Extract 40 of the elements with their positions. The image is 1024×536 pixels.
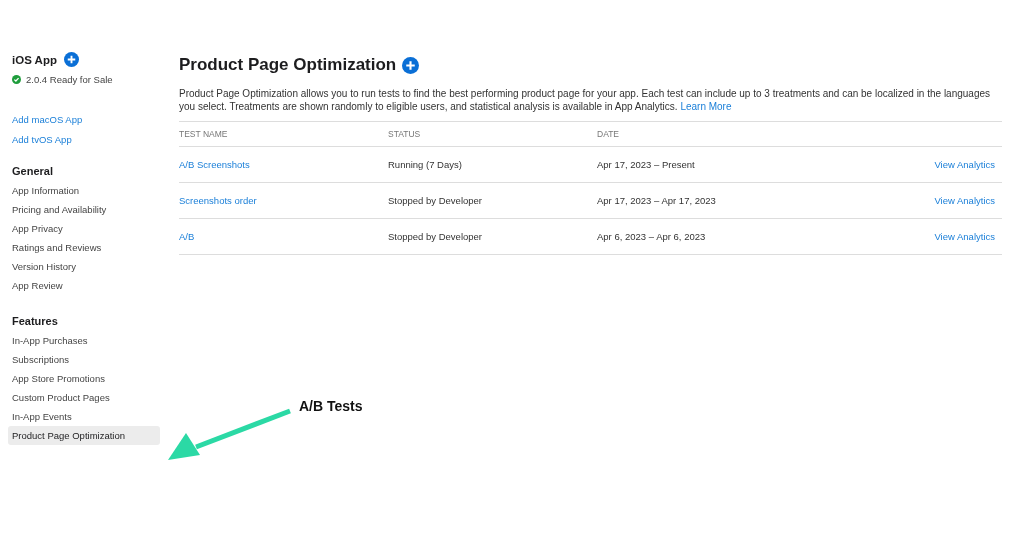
learn-more-link[interactable]: Learn More	[680, 101, 732, 112]
sidebar-item[interactable]: Version History	[8, 257, 160, 276]
status-cell: Running (7 Days)	[388, 159, 462, 170]
version-status: 2.0.4 Ready for Sale	[26, 74, 113, 85]
test-name-link[interactable]: Screenshots order	[179, 195, 257, 206]
sidebar-item[interactable]: In-App Events	[8, 407, 160, 426]
sidebar-item[interactable]: Ratings and Reviews	[8, 238, 160, 257]
add-app-link[interactable]: Add macOS App	[12, 114, 83, 125]
column-header: TEST NAME	[179, 129, 228, 139]
app-title: iOS App	[12, 53, 57, 66]
date-cell: Apr 17, 2023 – Apr 17, 2023	[597, 195, 716, 206]
sidebar-item[interactable]: Product Page Optimization	[8, 426, 160, 445]
check-icon	[12, 75, 21, 84]
add-icon[interactable]	[402, 56, 420, 74]
column-header: DATE	[597, 129, 620, 139]
add-app-link[interactable]: Add tvOS App	[12, 134, 72, 145]
sidebar-item[interactable]: App Store Promotions	[8, 369, 160, 388]
view-analytics-link[interactable]: View Analytics	[934, 195, 995, 206]
description: Product Page Optimization allows you to run tests to find the best performing product page for your app. Each test can include up to 3 treatments and can be localized in the languages you select. Treatments are shown randomly to eligible users, and statistical analysis is available in App Analytics. Learn More	[179, 87, 992, 113]
status-cell: Stopped by Developer	[388, 195, 482, 206]
view-analytics-link[interactable]: View Analytics	[934, 231, 995, 242]
add-icon[interactable]	[63, 52, 79, 67]
sidebar-item[interactable]: App Review	[8, 276, 160, 295]
sidebar-item[interactable]: In-App Purchases	[8, 331, 160, 350]
sidebar-item[interactable]: Subscriptions	[8, 350, 160, 369]
section-heading: General	[11, 165, 54, 177]
column-header: STATUS	[388, 129, 421, 139]
date-cell: Apr 17, 2023 – Present	[597, 159, 695, 170]
page-title: Product Page Optimization	[179, 55, 397, 75]
annotation-label: A/B Tests	[299, 398, 363, 414]
date-cell: Apr 6, 2023 – Apr 6, 2023	[597, 231, 706, 242]
section-heading: Features	[11, 315, 59, 327]
view-analytics-link[interactable]: View Analytics	[934, 159, 995, 170]
sidebar-item[interactable]: Custom Product Pages	[8, 388, 160, 407]
sidebar-item[interactable]: Pricing and Availability	[8, 200, 160, 219]
test-name-link[interactable]: A/B Screenshots	[179, 159, 250, 170]
sidebar-item[interactable]: App Information	[8, 181, 160, 200]
sidebar-item[interactable]: App Privacy	[8, 219, 160, 238]
test-name-link[interactable]: A/B	[179, 231, 195, 242]
status-cell: Stopped by Developer	[388, 231, 482, 242]
